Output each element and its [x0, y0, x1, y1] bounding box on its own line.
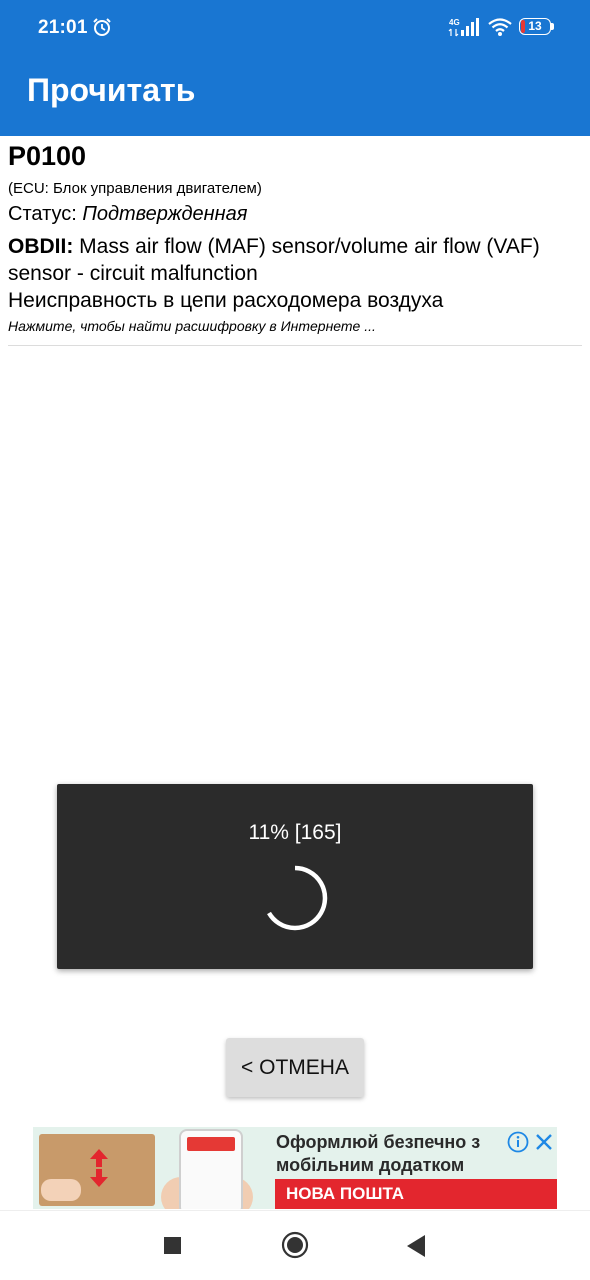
description-russian: Неисправность в цепи расходомера воздуха	[8, 289, 444, 312]
cancel-button[interactable]: < ОТМЕНА	[226, 1038, 364, 1097]
navigation-bar	[0, 1210, 590, 1280]
close-icon[interactable]	[533, 1131, 555, 1153]
brand-logo-icon	[90, 1149, 108, 1187]
ad-brand: НОВА ПОШТА	[286, 1184, 405, 1203]
network-type-label: 4G	[449, 18, 460, 27]
cellular-signal-icon: 4G	[448, 18, 479, 37]
phone-image	[179, 1129, 243, 1209]
ad-banner[interactable]: Оформлюй безпечно з мобільним додатком Н…	[33, 1127, 557, 1209]
ad-headline: Оформлюй безпечно з мобільним додатком	[276, 1132, 481, 1175]
status-line: Статус: Подтвержденная	[8, 203, 247, 226]
trouble-code: P0100	[8, 141, 87, 171]
progress-dialog: 11% [165]	[57, 784, 533, 969]
battery-icon: 13	[519, 18, 555, 37]
page-title: Прочитать	[27, 72, 196, 108]
status-label: Статус:	[8, 203, 83, 225]
loading-spinner-icon	[267, 865, 328, 931]
ad-brand-bar: НОВА ПОШТА	[275, 1179, 557, 1209]
divider	[8, 345, 582, 346]
back-icon[interactable]	[405, 1233, 427, 1259]
ecu-label: (ECU: Блок управления двигателем)	[8, 180, 262, 197]
search-online-hint[interactable]: Нажмите, чтобы найти расшифровку в Интер…	[8, 318, 376, 334]
app-bar: 21:01 4G 13 Прочитать	[0, 0, 590, 136]
hand-image	[41, 1179, 81, 1201]
status-value: Подтвержденная	[82, 203, 248, 225]
battery-percentage: 13	[528, 19, 542, 33]
info-icon[interactable]	[507, 1131, 529, 1153]
progress-text: 11% [165]	[248, 821, 342, 844]
alarm-clock-icon	[93, 18, 111, 36]
description-english: Mass air flow (MAF) sensor/volume air fl…	[8, 235, 540, 285]
standard-label: OBDII:	[8, 235, 74, 258]
wifi-icon	[488, 18, 512, 36]
recent-apps-icon[interactable]	[164, 1237, 181, 1254]
status-time: 21:01	[38, 17, 88, 38]
home-icon[interactable]	[281, 1231, 309, 1259]
code-description: OBDII: Mass air flow (MAF) sensor/volume…	[8, 233, 578, 314]
